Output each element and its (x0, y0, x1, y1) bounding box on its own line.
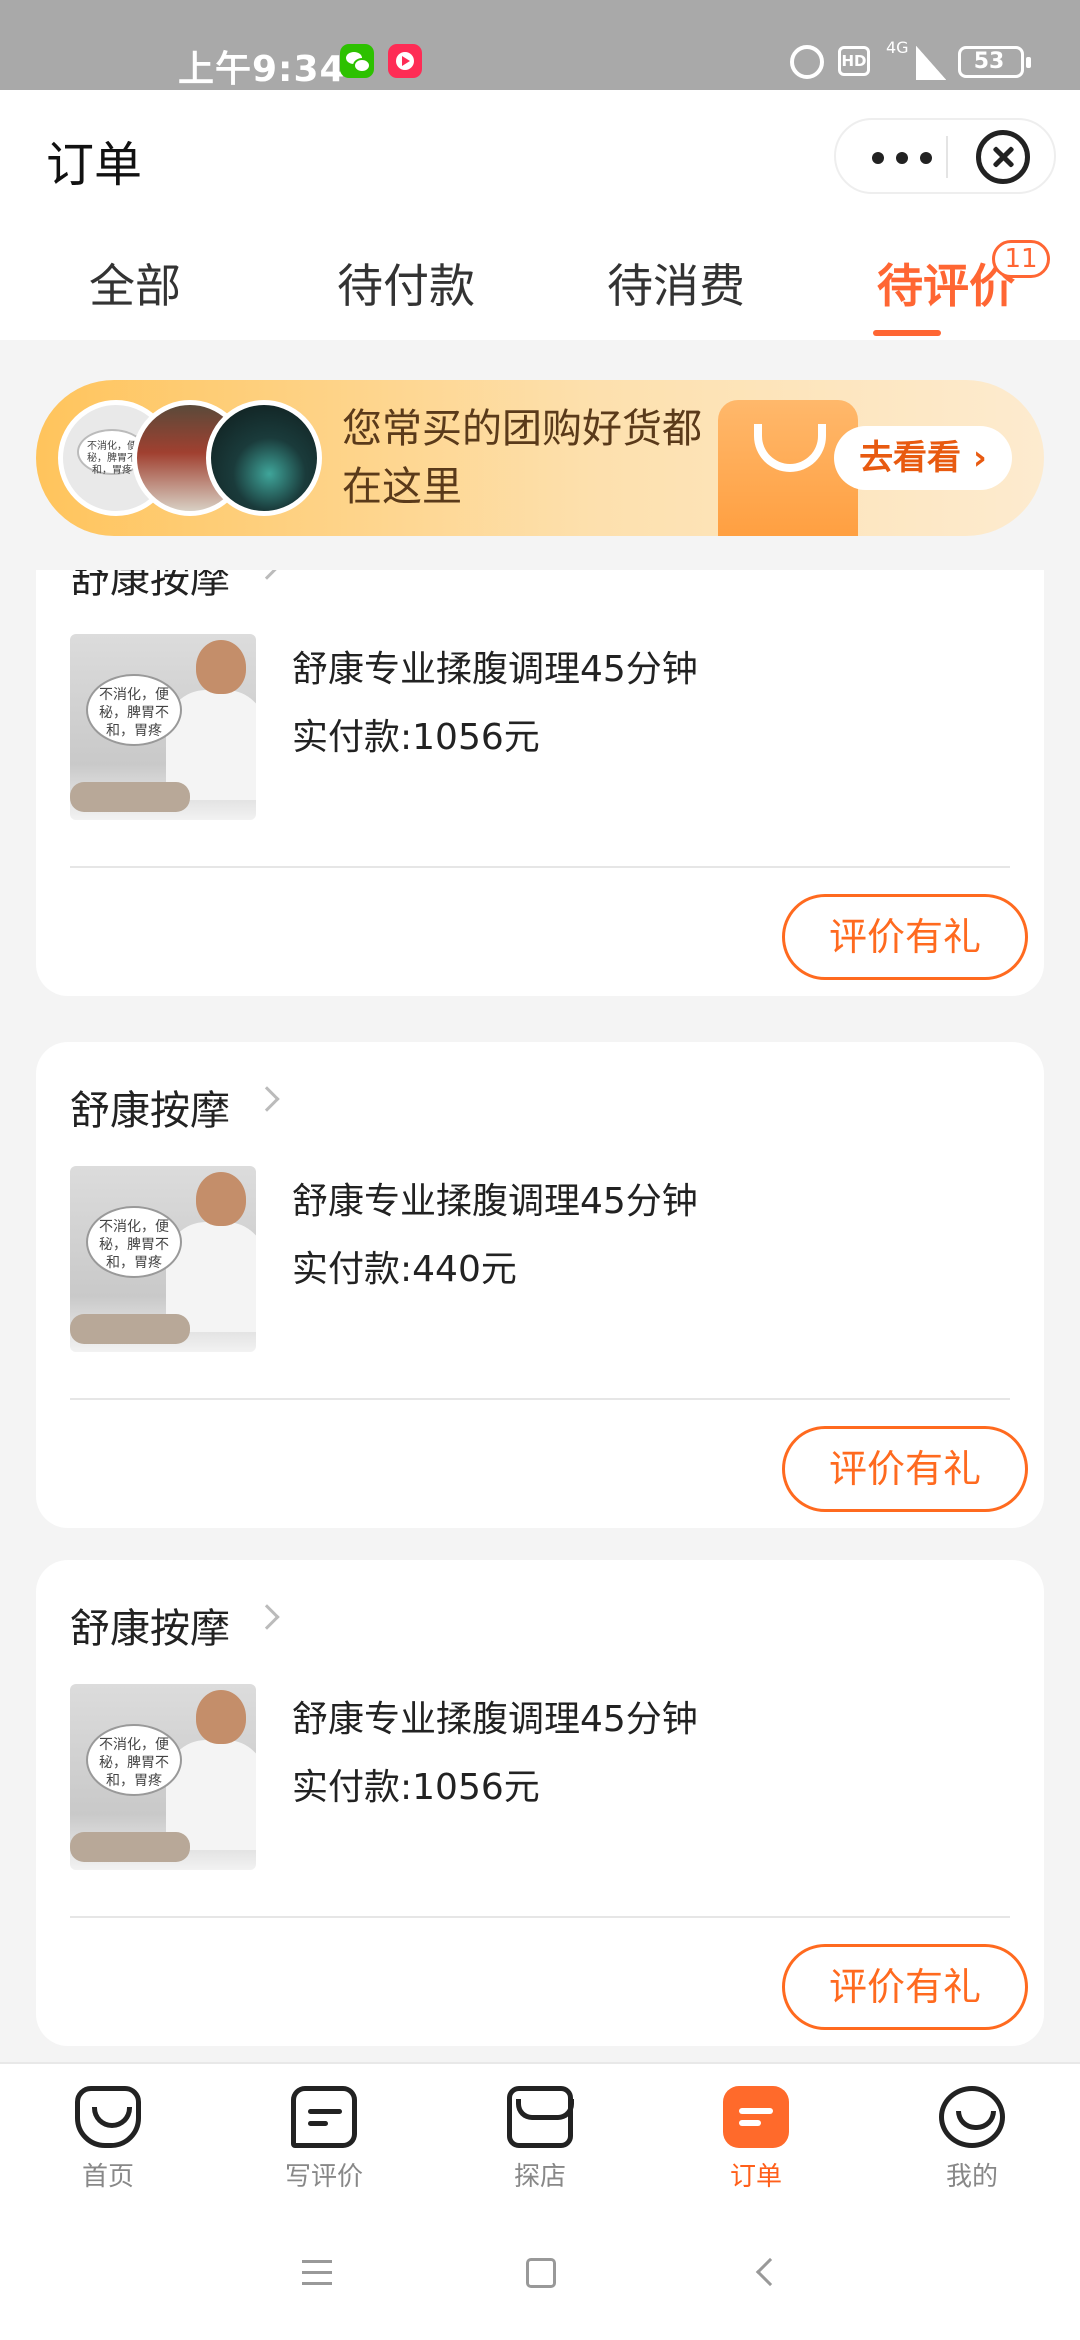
product-price: 实付款:440元 (292, 1249, 517, 1290)
order-card[interactable]: 舒康按摩 不消化，便秘，脾胃不和，胃疼 舒康专业揉腹调理45分钟 实付款:105… (36, 570, 1044, 996)
nav-label: 写评价 (284, 2162, 363, 2192)
order-list: 舒康按摩 不消化，便秘，脾胃不和，胃疼 舒康专业揉腹调理45分钟 实付款:105… (0, 570, 1080, 2060)
tab-all[interactable]: 全部 (25, 250, 245, 316)
write-review-icon (291, 2086, 357, 2148)
review-button[interactable]: 评价有礼 (782, 1426, 1028, 1512)
video-app-icon (388, 44, 422, 78)
bottom-nav: 首页 写评价 探店 订单 我的 (0, 2062, 1080, 2210)
card-divider (70, 1398, 1010, 1400)
product-image[interactable]: 不消化，便秘，脾胃不和，胃疼 (70, 1166, 256, 1352)
product-price: 实付款:1056元 (292, 717, 540, 758)
system-nav-bar (0, 2210, 1080, 2340)
image-figure-patient (70, 1314, 190, 1344)
product-price: 实付款:1056元 (292, 1767, 540, 1808)
capsule-divider (946, 136, 948, 178)
menu-icon[interactable] (302, 2260, 332, 2286)
shop-icon (507, 2086, 574, 2148)
nav-item-home[interactable]: 首页 (28, 2086, 188, 2193)
home-button-icon[interactable] (526, 2258, 556, 2288)
tab-pending-use[interactable]: 待消费 (566, 250, 786, 316)
order-card[interactable]: 舒康按摩 不消化，便秘，脾胃不和，胃疼 舒康专业揉腹调理45分钟 实付款:105… (36, 1560, 1044, 2046)
network-type: 4G (886, 38, 909, 57)
battery-cap (1026, 57, 1031, 68)
chevron-right-icon (254, 1604, 280, 1630)
profile-icon (939, 2086, 1005, 2148)
header: 订单 全部 待付款 待消费 待评价 11 (0, 90, 1080, 340)
signal-bars (916, 46, 946, 80)
order-icon (723, 2086, 789, 2148)
nav-item-explore[interactable]: 探店 (460, 2086, 620, 2193)
group-buy-banner[interactable]: 不消化，便秘，脾胃不和，胃疼 您常买的团购好货都在这里 去看看 › (36, 380, 1044, 536)
nav-item-write-review[interactable]: 写评价 (244, 2086, 404, 2193)
nav-item-profile[interactable]: 我的 (892, 2086, 1052, 2193)
close-icon[interactable] (976, 130, 1030, 184)
banner-thumb-pool (206, 400, 322, 516)
home-icon (75, 2086, 141, 2148)
hd-icon: HD (838, 46, 870, 76)
product-image[interactable]: 不消化，便秘，脾胃不和，胃疼 (70, 1684, 256, 1870)
product-image[interactable]: 不消化，便秘，脾胃不和，胃疼 (70, 634, 256, 820)
banner-view-button[interactable]: 去看看 › (834, 426, 1012, 490)
nav-item-orders[interactable]: 订单 (676, 2086, 836, 2193)
shop-name[interactable]: 舒康按摩 (70, 570, 230, 604)
image-figure-head (196, 1690, 246, 1744)
signal-icon: 4G (886, 38, 946, 80)
pending-review-badge: 11 (992, 240, 1050, 278)
page-title: 订单 (46, 137, 143, 193)
shop-name[interactable]: 舒康按摩 (70, 1596, 230, 1654)
status-time: 上午9:34 (178, 49, 346, 90)
battery-icon: 53 (958, 46, 1031, 78)
tab-pending-payment[interactable]: 待付款 (296, 250, 516, 316)
order-tabs: 全部 待付款 待消费 待评价 11 (0, 240, 1080, 340)
chevron-right-icon (254, 570, 280, 580)
status-bar: 上午9:34 HD 4G 53 (0, 0, 1080, 90)
image-figure-patient (70, 1832, 190, 1862)
nav-label: 我的 (945, 2162, 998, 2192)
image-figure-patient (70, 782, 190, 812)
banner-text: 您常买的团购好货都在这里 (342, 406, 702, 510)
banner-view-label: 去看看 (859, 438, 962, 478)
more-icon[interactable] (872, 138, 932, 174)
image-speech-bubble: 不消化，便秘，脾胃不和，胃疼 (86, 674, 182, 746)
nav-label: 订单 (729, 2162, 782, 2192)
order-card[interactable]: 舒康按摩 不消化，便秘，脾胃不和，胃疼 舒康专业揉腹调理45分钟 实付款:440… (36, 1042, 1044, 1528)
nav-label: 探店 (513, 2162, 566, 2192)
product-title: 舒康专业揉腹调理45分钟 (292, 649, 698, 690)
image-figure-head (196, 640, 246, 694)
alarm-icon (790, 45, 824, 79)
product-title: 舒康专业揉腹调理45分钟 (292, 1181, 698, 1222)
shop-name[interactable]: 舒康按摩 (70, 1078, 230, 1136)
chevron-right-icon (254, 1086, 280, 1112)
nav-label: 首页 (81, 2162, 134, 2192)
active-tab-underline (873, 330, 941, 336)
back-icon[interactable] (755, 2257, 785, 2287)
mini-program-capsule (834, 118, 1056, 194)
review-button[interactable]: 评价有礼 (782, 894, 1028, 980)
product-title: 舒康专业揉腹调理45分钟 (292, 1699, 698, 1740)
wechat-icon (340, 44, 374, 78)
review-button[interactable]: 评价有礼 (782, 1944, 1028, 2030)
image-speech-bubble: 不消化，便秘，脾胃不和，胃疼 (86, 1206, 182, 1278)
card-divider (70, 866, 1010, 868)
battery-level: 53 (973, 49, 1005, 74)
image-figure-head (196, 1172, 246, 1226)
image-speech-bubble: 不消化，便秘，脾胃不和，胃疼 (86, 1724, 182, 1796)
card-divider (70, 1916, 1010, 1918)
